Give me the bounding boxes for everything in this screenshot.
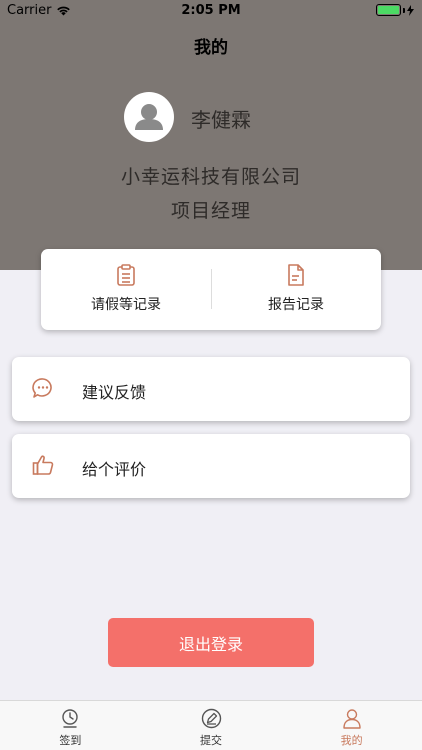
document-icon bbox=[288, 264, 304, 286]
charging-bolt-icon bbox=[407, 4, 414, 16]
logout-button[interactable]: 退出登录 bbox=[108, 618, 314, 667]
person-icon bbox=[342, 709, 361, 729]
clipboard-icon bbox=[117, 264, 135, 286]
avatar[interactable] bbox=[124, 92, 174, 142]
default-user-icon bbox=[135, 104, 163, 130]
quick-actions-divider bbox=[211, 269, 212, 309]
battery-icon bbox=[376, 4, 414, 16]
quick-actions-card: 请假等记录 报告记录 bbox=[41, 249, 381, 330]
company-name: 小幸运科技有限公司 bbox=[120, 166, 301, 188]
tab-mine[interactable]: 我的 bbox=[281, 701, 422, 750]
leave-records-label: 请假等记录 bbox=[91, 297, 161, 313]
user-name: 李健霖 bbox=[191, 108, 251, 132]
chat-bubble-icon bbox=[32, 378, 52, 398]
pen-circle-icon bbox=[201, 708, 221, 729]
tab-bar: 签到 提交 我的 bbox=[0, 700, 422, 750]
logout-label: 退出登录 bbox=[178, 634, 243, 654]
status-time: 2:05 PM bbox=[181, 3, 241, 18]
report-records-label: 报告记录 bbox=[268, 297, 324, 313]
leave-records-button[interactable]: 请假等记录 bbox=[41, 249, 211, 330]
rate-app-menu-item[interactable]: 给个评价 bbox=[12, 434, 410, 498]
rate-app-label: 给个评价 bbox=[82, 460, 147, 479]
feedback-menu-item[interactable]: 建议反馈 bbox=[12, 357, 410, 421]
tab-mine-label: 我的 bbox=[340, 734, 363, 747]
feedback-label: 建议反馈 bbox=[82, 383, 147, 402]
job-position: 项目经理 bbox=[170, 200, 251, 222]
page-title: 我的 bbox=[194, 38, 228, 58]
thumbs-up-icon bbox=[32, 455, 54, 475]
tab-submit[interactable]: 提交 bbox=[141, 701, 282, 750]
tab-submit-label: 提交 bbox=[200, 734, 222, 747]
report-records-button[interactable]: 报告记录 bbox=[211, 249, 381, 330]
status-bar: Carrier 2:05 PM bbox=[0, 0, 422, 22]
tab-check-in[interactable]: 签到 bbox=[0, 701, 141, 750]
tab-check-in-label: 签到 bbox=[59, 734, 82, 747]
clock-pin-icon bbox=[62, 709, 79, 728]
